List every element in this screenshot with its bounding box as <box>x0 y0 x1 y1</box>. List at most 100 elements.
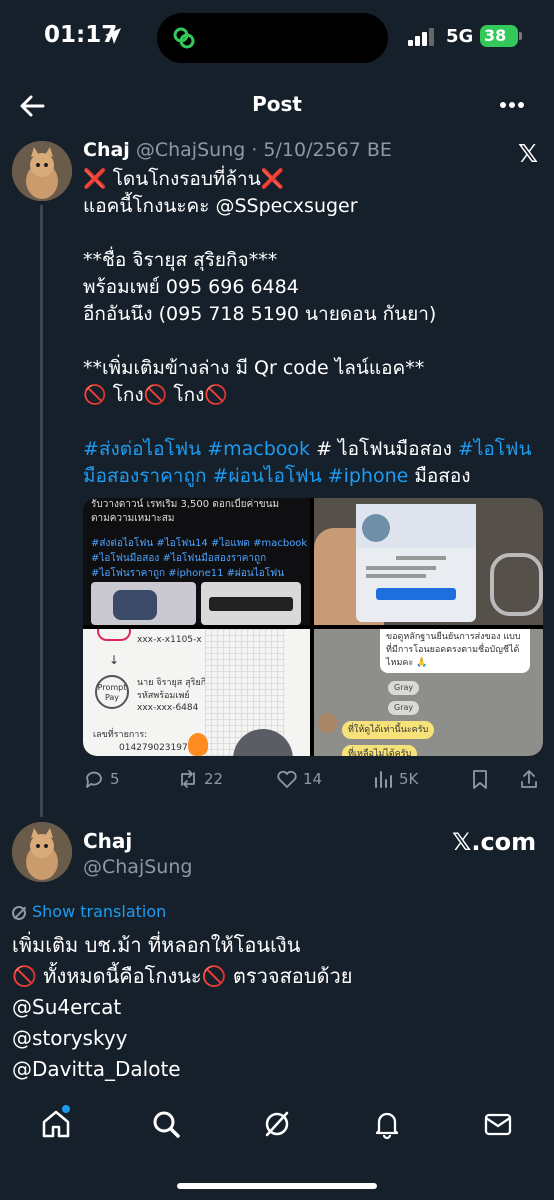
more-options-icon[interactable] <box>500 102 526 110</box>
post-line: แอคนี้โกงนะคะ @SSpecxsuger <box>83 195 358 217</box>
arrow-down-icon: ↓ <box>109 653 120 667</box>
post-line: **เพิ่มเติมข้างล่าง มี Qr code ไลน์แอค** <box>83 357 425 379</box>
battery-level: 38 <box>484 26 507 45</box>
quoted-post-body: เพิ่มเติม บช.ม้า ที่หลอกให้โอนเงิน 🚫 ทั้… <box>12 930 542 1085</box>
chat-bubble: ขอดูหลักฐานยืนยันการส่งของ แบบที่มีการโอ… <box>380 629 530 673</box>
hashtag-link[interactable]: #ผ่อนไอโฟน <box>213 465 322 487</box>
author-name[interactable]: Chaj <box>83 829 132 853</box>
nav-notifications[interactable] <box>371 1108 403 1140</box>
chat-chip: Gray <box>388 681 420 695</box>
image-hashtags: #ส่งต่อไอโฟน #ไอโฟน14 #ไอแพด #macbook #ไ… <box>91 536 307 581</box>
messages-icon <box>484 1113 512 1136</box>
fire-emoji-icon <box>188 733 208 756</box>
hashtag-plain-text: มือสอง <box>408 465 471 487</box>
chat-reply: ที่ให้ดูได้เท่านี้นะครับ <box>342 721 435 739</box>
heart-icon <box>277 770 297 788</box>
chat-chip: Gray <box>388 701 420 715</box>
nav-search[interactable] <box>150 1108 182 1140</box>
battery-tip <box>519 32 522 40</box>
promptpay-label: รหัสพร้อมเพย์ <box>137 691 190 701</box>
mention-link[interactable]: @storyskyy <box>12 1023 542 1054</box>
reply-icon <box>86 771 102 788</box>
avatar[interactable] <box>12 822 72 882</box>
post-line: อีกอันนึง (095 718 5190 นายดอน กันยา) <box>83 303 437 325</box>
post-header: Post <box>0 76 554 134</box>
bank-account-number: xxx-x-x1105-x <box>137 635 202 645</box>
location-arrow-icon <box>105 28 121 44</box>
promptpay-number: xxx-xxx-6484 <box>137 703 199 713</box>
notifications-icon <box>375 1112 399 1140</box>
macbook-picture <box>201 582 301 625</box>
hashtag-link[interactable]: #ส่งต่อไอโฟน <box>83 438 201 460</box>
chat-avatar <box>318 713 338 733</box>
mention-link[interactable]: @Su4ercat <box>12 992 542 1023</box>
mention-link[interactable]: @Davitta_Dalote <box>12 1054 542 1085</box>
image-caption-line: รับวางดาวน์ เรทเริ่ม 3,500 ดอกเบี้ยค่าขน… <box>91 499 280 510</box>
page-title: Post <box>252 92 302 116</box>
post-line: 🚫 โกง🚫 โกง🚫 <box>83 384 229 406</box>
repost-count: 22 <box>204 770 224 788</box>
post-date: 5/10/2567 BE <box>263 139 392 161</box>
dynamic-island <box>157 13 388 63</box>
reference-label: เลขที่รายการ: <box>93 730 148 740</box>
post-line: เพิ่มเติม บช.ม้า ที่หลอกให้โอนเงิน <box>12 933 301 957</box>
post-body: ❌ โดนโกงรอบที่ล้าน❌ แอคนี้โกงนะคะ @SSpec… <box>83 166 533 490</box>
post-meta: Chaj @ChajSung · 5/10/2567 BE <box>83 139 392 161</box>
reply-count: 5 <box>110 770 120 788</box>
media-image-2[interactable] <box>314 498 543 625</box>
link-icon <box>173 27 195 49</box>
media-image-1[interactable]: รับวางดาวน์ เรทเริ่ม 3,500 ดอกเบี้ยค่าขน… <box>83 498 310 625</box>
post-line: พร้อมเพย์ 095 696 6484 <box>83 276 299 298</box>
x-logo-icon: 𝕏 <box>518 139 539 168</box>
author-handle[interactable]: @ChajSung <box>83 856 192 878</box>
image-hashtag-line: #ไอโฟนราคาถูก #iphone11 #ผ่อนไอโฟน <box>91 568 285 579</box>
search-icon <box>153 1111 180 1138</box>
nav-grok[interactable] <box>261 1108 293 1140</box>
hashtag-line: มือสองราคาถูก #ผ่อนไอโฟน #iphone มือสอง <box>83 463 533 490</box>
hashtag-link[interactable]: #ไอโฟน <box>458 438 532 460</box>
author-name[interactable]: Chaj <box>83 139 130 161</box>
image-caption: รับวางดาวน์ เรทเริ่ม 3,500 ดอกเบี้ยค่าขน… <box>91 498 279 526</box>
cat-avatar-icon <box>12 141 72 201</box>
views-count: 5K <box>399 770 419 788</box>
author-handle[interactable]: @ChajSung <box>136 139 245 161</box>
network-type: 5G <box>446 26 474 47</box>
post-line: 🚫 ทั้งหมดนี้คือโกงนะ🚫 ตรวจสอบด้วย <box>12 964 353 988</box>
hashtag-link[interactable]: #iphone <box>328 465 409 487</box>
battery-indicator: 38 <box>480 25 518 47</box>
phone-screen-picture <box>356 504 476 622</box>
home-indicator[interactable] <box>177 1183 377 1189</box>
media-image-4[interactable]: ขอดูหลักฐานยืนยันการส่งของ แบบที่มีการโอ… <box>314 629 543 756</box>
hashtag-link[interactable]: #macbook <box>207 438 310 460</box>
nav-home[interactable] <box>40 1105 72 1140</box>
show-translation-label: Show translation <box>32 902 167 921</box>
status-bar: 01:17 5G 38 <box>0 0 554 72</box>
avatar[interactable] <box>12 141 72 201</box>
nav-messages[interactable] <box>482 1108 514 1140</box>
image-caption-line: ตามความเหมาะสม <box>91 513 175 524</box>
media-grid: รับวางดาวน์ เรทเริ่ม 3,500 ดอกเบี้ยค่าขน… <box>83 498 543 756</box>
share-icon <box>521 770 537 788</box>
notification-dot <box>62 1105 70 1113</box>
signal-icon <box>408 28 438 46</box>
post-line: **ชื่อ จิรายุส สุริยกิจ*** <box>83 249 278 271</box>
glasses-picture <box>490 553 543 616</box>
post-line <box>83 328 533 355</box>
views-chart-icon <box>375 771 392 788</box>
reference-number: 014279023197 <box>119 743 188 753</box>
meta-separator: · <box>245 139 264 161</box>
image-hashtag-line: #ไอโฟนมือสอง #ไอโฟนมือสองราคาถูก <box>91 553 267 564</box>
show-translation-link[interactable]: Show translation <box>12 902 166 921</box>
post-line <box>83 220 533 247</box>
stop-icon <box>97 629 131 641</box>
media-image-3[interactable]: xxx-x-x1105-x ↓ Prompt Pay นาย จิรายุส ส… <box>83 629 310 756</box>
image-hashtag-line: #ส่งต่อไอโฟน #ไอโฟน14 #ไอแพด #macbook <box>91 538 308 549</box>
translate-icon <box>12 906 26 920</box>
bookmark-icon <box>473 770 487 789</box>
grok-icon <box>265 1111 289 1137</box>
promptpay-logo: Prompt Pay <box>95 675 129 709</box>
hashtag-link[interactable]: มือสองราคาถูก <box>83 465 206 487</box>
cat-avatar-icon <box>12 822 72 882</box>
iphone-picture <box>91 582 196 625</box>
x-com-label: 𝕏.com <box>452 828 537 856</box>
